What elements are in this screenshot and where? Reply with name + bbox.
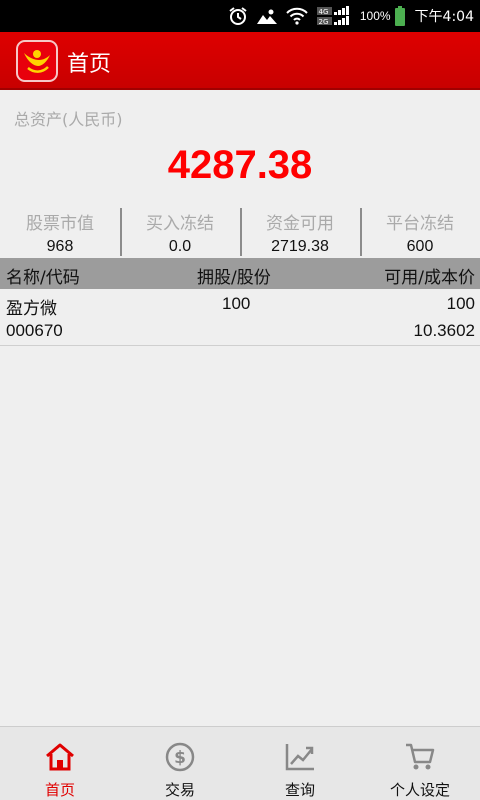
battery-icon [394, 6, 406, 26]
stat-stock-value: 股票市值 968 [0, 206, 120, 258]
stat-buy-frozen: 买入冻结 0.0 [120, 206, 240, 258]
network-top-label: 4G [318, 8, 328, 16]
stat-label: 平台冻结 [386, 214, 454, 234]
nav-label: 个人设定 [389, 781, 450, 799]
holdings-table-header: 名称/代码 拥股/股份 可用/成本价 [0, 258, 480, 289]
table-row[interactable]: 盈方微 000670 100 100 10.3602 [0, 289, 480, 346]
svg-text:$: $ [174, 748, 186, 768]
stat-value: 0.0 [168, 238, 192, 255]
total-assets-value: 4287.38 [167, 143, 313, 187]
stat-value: 968 [46, 238, 74, 255]
alarm-icon [228, 6, 248, 26]
status-bar: 4G 2G 100% 下午4:04 [0, 0, 480, 32]
status-time: 下午4:04 [414, 9, 474, 25]
nav-label: 查询 [284, 781, 315, 799]
page-title: 首页 [67, 52, 112, 77]
signal-icon: 4G 2G [316, 6, 351, 26]
total-assets-label: 总资产(人民币) [14, 110, 123, 129]
stat-label: 资金可用 [266, 214, 334, 234]
stock-cost-price: 10.3602 [413, 321, 475, 340]
nav-label: 交易 [164, 781, 195, 799]
stock-hold: 100 [222, 294, 251, 313]
stock-available: 100 [446, 294, 475, 313]
stock-code: 000670 [6, 321, 63, 340]
app-logo-icon [16, 40, 58, 82]
nav-item-trade[interactable]: $ 交易 [120, 727, 240, 800]
stat-available-funds: 资金可用 2719.38 [240, 206, 360, 258]
stat-label: 股票市值 [26, 214, 94, 234]
network-bottom-label: 2G [318, 18, 328, 26]
wifi-icon [286, 7, 308, 25]
chart-icon [284, 741, 316, 773]
stock-name: 盈方微 [6, 299, 57, 319]
column-header-name: 名称/代码 [6, 268, 80, 288]
nav-item-query[interactable]: 查询 [240, 727, 360, 800]
cart-icon [404, 741, 436, 773]
dollar-icon: $ [164, 741, 196, 773]
photo-notification-icon [256, 8, 277, 24]
asset-stats: 股票市值 968 买入冻结 0.0 资金可用 2719.38 平台冻结 600 [0, 206, 480, 258]
battery-percent: 100% [359, 9, 391, 23]
stat-value: 600 [406, 238, 434, 255]
nav-label: 首页 [44, 781, 75, 799]
nav-item-settings[interactable]: 个人设定 [360, 727, 480, 800]
app-bar: 首页 [0, 32, 480, 90]
stat-platform-frozen: 平台冻结 600 [360, 206, 480, 258]
status-icons: 4G 2G 100% 下午4:04 [228, 5, 474, 27]
stat-label: 买入冻结 [146, 214, 214, 234]
bottom-nav: 首页 $ 交易 查询 个人设定 [0, 726, 480, 800]
nav-item-home[interactable]: 首页 [0, 727, 120, 800]
column-header-hold: 拥股/股份 [197, 268, 271, 288]
column-header-avail: 可用/成本价 [384, 268, 475, 288]
stat-value: 2719.38 [271, 238, 329, 255]
home-icon [44, 741, 76, 773]
